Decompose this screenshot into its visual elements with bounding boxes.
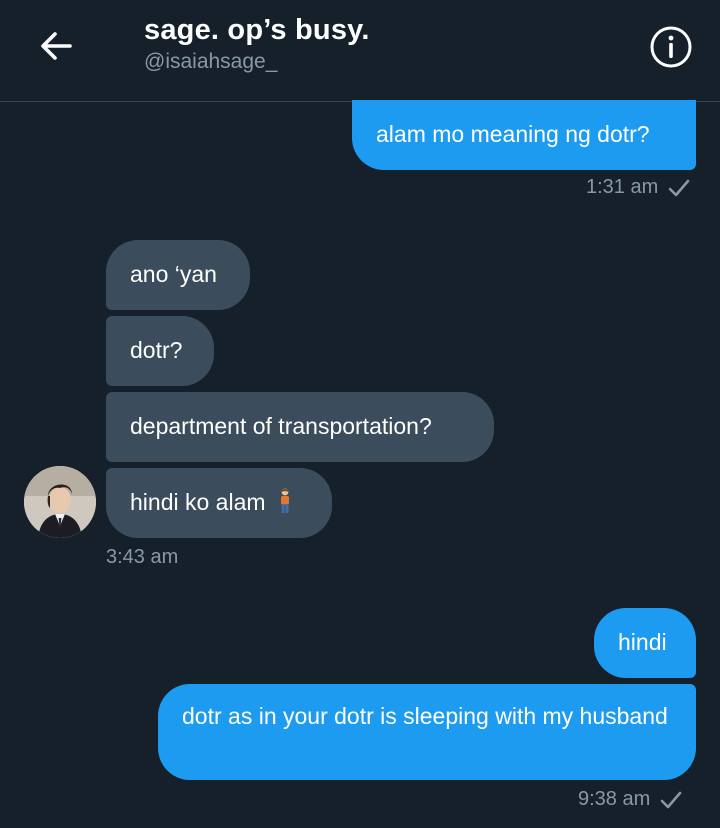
timestamp: 9:38 am	[578, 788, 651, 810]
message-bubble-received[interactable]: dotr?	[106, 316, 214, 386]
checkmark-icon	[660, 791, 682, 808]
conversation-title: sage. op’s busy.	[144, 14, 370, 46]
avatar[interactable]	[24, 466, 96, 538]
message-text: dotr as in your dotr is sleeping with my…	[182, 703, 668, 729]
checkmark-icon	[668, 179, 690, 196]
message-meta: 1:31 am	[586, 176, 690, 199]
timestamp: 3:43 am	[106, 546, 179, 568]
message-text: hindi ko alam	[130, 489, 266, 515]
message-meta: 9:38 am	[578, 788, 682, 811]
message-bubble-sent[interactable]: alam mo meaning ng dotr?	[352, 100, 696, 170]
message-text: department of transportation?	[130, 413, 432, 439]
dm-conversation-screen: sage. op’s busy. @isaiahsage_ alam mo me…	[0, 0, 720, 828]
timestamp: 1:31 am	[586, 176, 659, 198]
message-bubble-sent[interactable]: dotr as in your dotr is sleeping with my…	[158, 684, 696, 780]
person-standing-emoji	[280, 488, 289, 513]
message-meta: 3:43 am	[106, 546, 178, 569]
avatar-image	[24, 466, 96, 538]
back-button[interactable]	[28, 22, 84, 70]
message-bubble-received[interactable]: hindi ko alam	[106, 468, 332, 538]
message-text: ano ‘yan	[130, 261, 217, 287]
arrow-left-icon	[41, 32, 72, 60]
info-button[interactable]	[648, 24, 694, 70]
info-circle-icon	[650, 26, 692, 68]
message-bubble-sent[interactable]: hindi	[594, 608, 696, 678]
message-text: dotr?	[130, 337, 183, 363]
conversation-handle: @isaiahsage_	[144, 50, 278, 73]
message-bubble-received[interactable]: ano ‘yan	[106, 240, 250, 310]
message-text: alam mo meaning ng dotr?	[376, 121, 650, 147]
message-bubble-received[interactable]: department of transportation?	[106, 392, 494, 462]
conversation-header: sage. op’s busy. @isaiahsage_	[0, 0, 720, 102]
message-text: hindi	[618, 629, 667, 655]
